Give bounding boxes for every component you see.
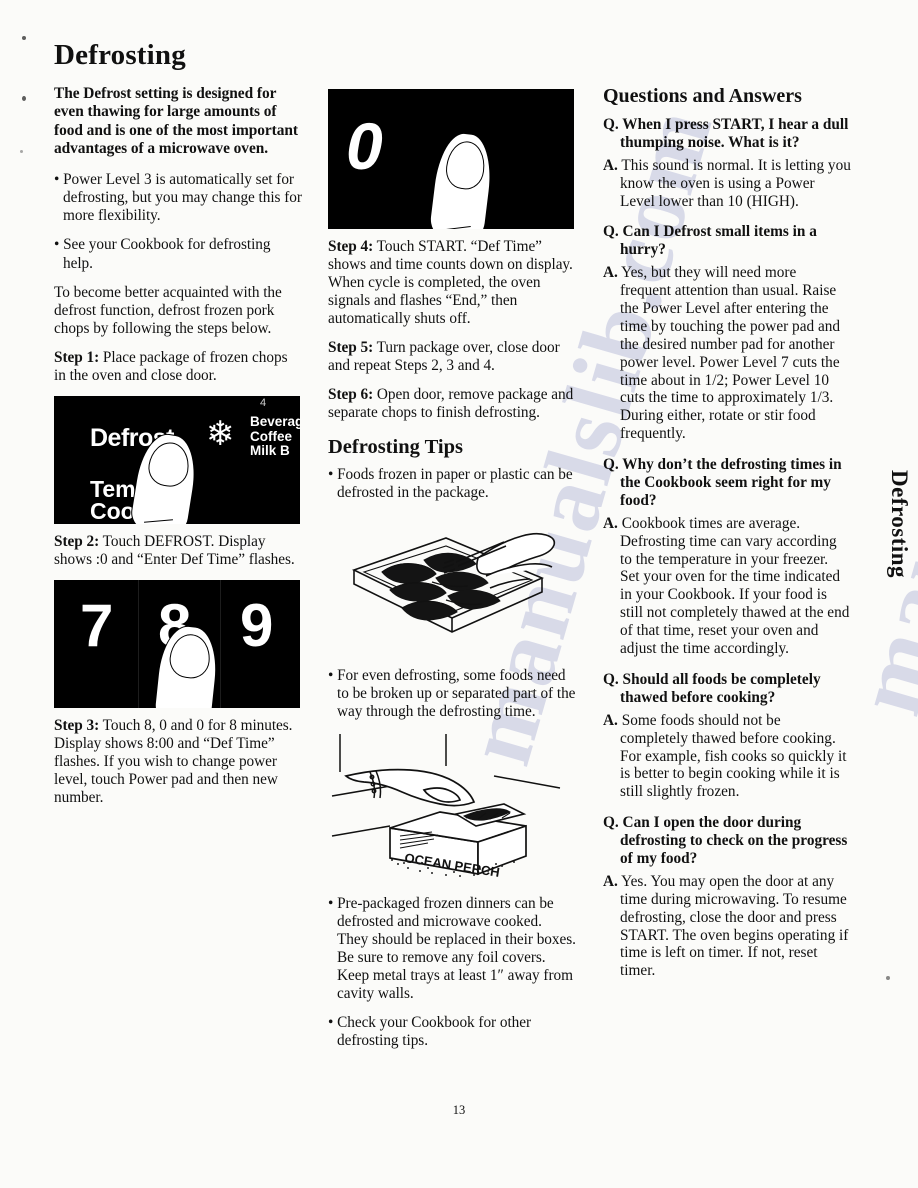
illustration-separating-pork-chops-on-tray: [328, 514, 576, 659]
step-4-label: Step 4:: [328, 238, 374, 255]
qa-answer: A. Cookbook times are average. Defrostin…: [603, 514, 850, 658]
intro-paragraph: To become better acquainted with the def…: [54, 283, 282, 337]
lead-paragraph: The Defrost setting is designed for even…: [54, 85, 298, 157]
illustration-frozen-dinner-box: OCEAN PERCH: [328, 732, 576, 887]
fingernail: [443, 139, 488, 192]
tip-prepackaged-dinners: • Pre-packaged frozen dinners can be def…: [328, 894, 576, 1002]
step-6-label: Step 6:: [328, 386, 374, 404]
fingernail: [167, 631, 213, 681]
step-5-label: Step 5:: [328, 339, 374, 357]
qa-answer: A. Some foods should not be completely t…: [603, 711, 847, 801]
step-6: Step 6: Open door, remove package and se…: [328, 386, 576, 422]
scan-speck: [22, 36, 26, 40]
key-seam: [220, 579, 221, 708]
step-2-label: Step 2:: [54, 532, 100, 550]
qa-question: Q. Should all foods be completely thawed…: [603, 670, 821, 706]
microwave-control-panel-defrost-pad: 4 Defrost ❄ Temp Cook Beverage Coffee Mi…: [54, 395, 300, 524]
step-4: Step 4: Touch START. “Def Time” shows an…: [328, 238, 576, 328]
section-side-tab: Defrosting: [887, 470, 912, 579]
step-1: Step 1: Place package of frozen chops in…: [54, 349, 302, 385]
qa-answer: A. This sound is normal. It is letting y…: [603, 156, 851, 210]
qa-answer: A. Yes, but they will need more frequent…: [603, 264, 841, 443]
beverage-pad-labels: Beverage Coffee Milk B: [250, 413, 300, 459]
key-seam: [138, 579, 139, 708]
qa-question: Q. Why don’t the defrosting times in the…: [603, 456, 842, 509]
microwave-display-zero: 0: [328, 89, 574, 229]
finger-crease: [144, 519, 174, 523]
step-3-label: Step 3:: [54, 716, 100, 734]
qa-answer: A. Yes. You may open the door at any tim…: [603, 872, 849, 980]
bullet-power-level: • Power Level 3 is automatically set for…: [54, 171, 302, 225]
scan-speck: [20, 150, 23, 153]
tip-broken-up: • For even defrosting, some foods need t…: [328, 666, 576, 720]
step-1-label: Step 1:: [54, 348, 100, 366]
step-2: Step 2: Touch DEFROST. Display shows :0 …: [54, 533, 302, 569]
manual-page: manualslib.com manualslib.com Defrosting…: [0, 0, 918, 1188]
display-digit-zero: 0: [346, 109, 383, 183]
finger-crease: [442, 225, 471, 229]
left-column: The Defrost setting is designed for even…: [54, 85, 302, 818]
microwave-number-pad-789: 7 8 9: [54, 579, 300, 708]
fingernail: [145, 439, 193, 489]
panel-top-number: 4: [260, 396, 267, 409]
step-5: Step 5: Turn package over, close door an…: [328, 339, 576, 375]
questions-and-answers-heading: Questions and Answers: [603, 85, 802, 107]
qa-question: Q. Can I Defrost small items in a hurry?: [603, 223, 817, 259]
qa-question: Q. Can I open the door during defrosting…: [603, 814, 848, 867]
bullet-cookbook: • See your Cookbook for defrosting help.: [54, 236, 271, 272]
snowflake-icon: ❄: [206, 415, 235, 453]
page-title: Defrosting: [54, 39, 186, 72]
right-column: Questions and Answers Q. When I press ST…: [603, 85, 851, 993]
step-3: Step 3: Touch 8, 0 and 0 for 8 minutes. …: [54, 717, 302, 807]
qa-question: Q. When I press START, I hear a dull thu…: [603, 116, 849, 151]
tip-paper-plastic: • Foods frozen in paper or plastic can b…: [328, 466, 573, 502]
tip-check-cookbook: • Check your Cookbook for other defrosti…: [328, 1013, 532, 1049]
page-number: 13: [452, 1103, 466, 1117]
scan-speck: [886, 976, 890, 980]
middle-column: 0 Step 4: Touch START. “Def Time” shows …: [328, 85, 576, 1061]
number-pad-9: 9: [240, 591, 274, 659]
scan-speck: [22, 96, 26, 101]
finger-pointing-icon: [427, 129, 497, 229]
defrosting-tips-heading: Defrosting Tips: [328, 436, 463, 459]
number-pad-7: 7: [80, 591, 114, 659]
